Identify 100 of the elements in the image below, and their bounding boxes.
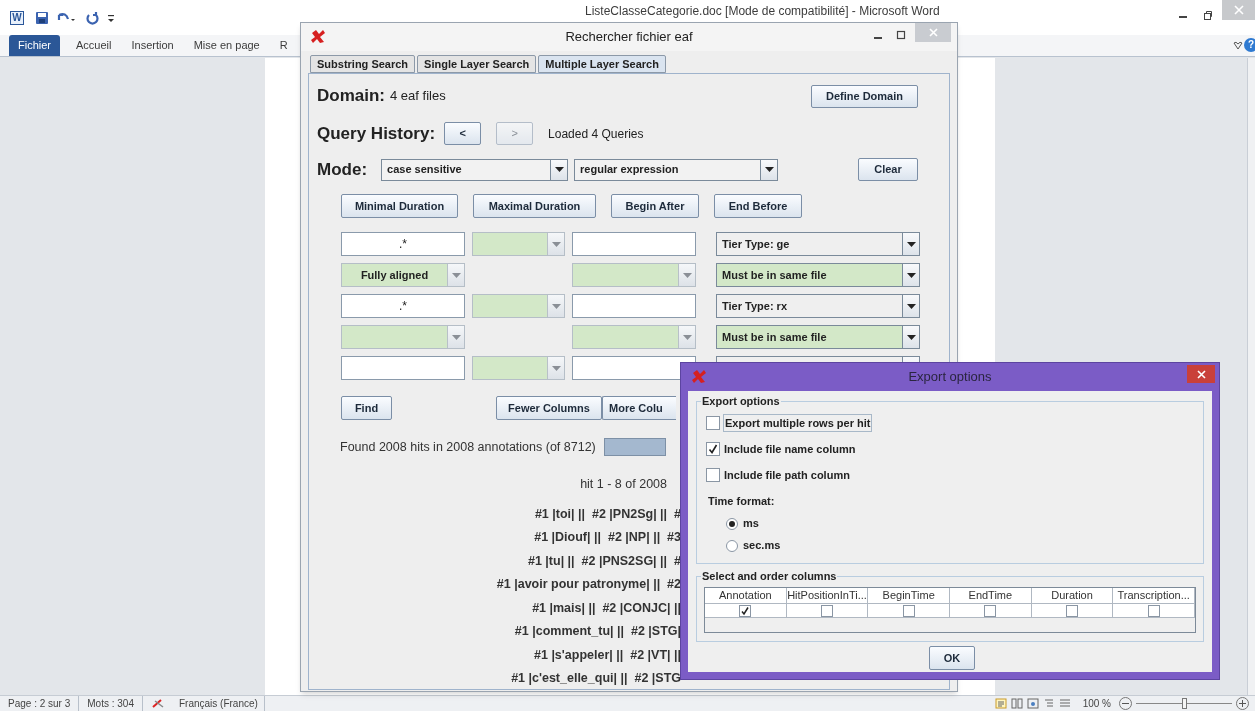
- checkbox[interactable]: [739, 604, 752, 617]
- option-dropdown[interactable]: [472, 294, 565, 318]
- checkbox[interactable]: [706, 416, 720, 430]
- constraint-dropdown[interactable]: Must be in same file: [716, 263, 920, 287]
- pattern-field[interactable]: [341, 356, 465, 380]
- save-icon: [35, 11, 49, 25]
- option-dropdown[interactable]: [572, 263, 696, 287]
- history-status: Loaded 4 Queries: [548, 125, 644, 143]
- result-line: #1 |avoir pour patronyme| || #2: [496, 576, 681, 594]
- mode-dropdown[interactable]: regular expression: [574, 158, 779, 181]
- history-button[interactable]: <: [444, 122, 482, 145]
- result-line: #1 |Diouf| || #2 |NP| || #3: [534, 529, 681, 547]
- pattern-field[interactable]: [572, 294, 696, 318]
- close-icon: [928, 28, 938, 37]
- more-columns-button[interactable]: More Colu: [602, 396, 676, 420]
- checkbox-label[interactable]: Include file name column: [723, 440, 857, 458]
- search-tab[interactable]: Single Layer Search: [417, 55, 537, 73]
- option-dropdown[interactable]: Fully aligned: [341, 263, 465, 287]
- dropdown-arrow-icon: [764, 167, 774, 172]
- define-domain-button[interactable]: Define Domain: [811, 84, 918, 108]
- page-count: Page : 2 sur 3: [0, 696, 80, 711]
- help-icon[interactable]: ?: [1244, 38, 1255, 52]
- tier-dropdown[interactable]: Tier Type: rx: [716, 294, 920, 318]
- checkbox-label[interactable]: Include file path column: [723, 466, 851, 484]
- constraint-dropdown[interactable]: Must be in same file: [716, 325, 920, 349]
- ribbon-tab[interactable]: Accueil: [66, 35, 122, 56]
- find-button[interactable]: Find: [341, 396, 392, 420]
- option-dropdown[interactable]: [572, 325, 696, 349]
- ok-button[interactable]: OK: [929, 646, 975, 670]
- clear-button[interactable]: Clear: [858, 158, 918, 181]
- mode-dropdown[interactable]: case sensitive: [381, 158, 569, 181]
- zoom-slider[interactable]: [1136, 698, 1232, 709]
- checkbox[interactable]: [1066, 604, 1078, 617]
- duration-button[interactable]: End Before: [714, 194, 802, 218]
- pattern-field[interactable]: .*: [341, 232, 465, 256]
- search-tab[interactable]: Substring Search: [310, 55, 416, 73]
- proofing-icon: [150, 698, 165, 709]
- collapse-icon: [1233, 41, 1243, 50]
- plus-icon: [1239, 700, 1246, 707]
- mode-label: Mode:: [317, 158, 368, 181]
- radio-label[interactable]: ms: [743, 515, 759, 532]
- minus-icon: [1122, 700, 1129, 707]
- dropdown-arrow-icon: [906, 241, 916, 247]
- checkbox[interactable]: [706, 468, 720, 482]
- field-value: .*: [399, 236, 407, 253]
- scrollbar[interactable]: [1247, 58, 1255, 695]
- ribbon-tab[interactable]: R: [269, 35, 298, 56]
- web-layout-icon: [1026, 698, 1039, 709]
- duration-button[interactable]: Minimal Duration: [341, 194, 458, 218]
- checkbox[interactable]: [706, 442, 720, 456]
- dropdown-arrow-icon: [906, 272, 916, 278]
- customize-icon: [107, 12, 115, 24]
- pattern-field[interactable]: [572, 356, 696, 380]
- dropdown-value: regular expression: [579, 162, 680, 178]
- pattern-field[interactable]: .*: [341, 294, 465, 318]
- dropdown-value: Must be in same file: [721, 267, 828, 283]
- duration-button[interactable]: Begin After: [611, 194, 699, 218]
- ribbon-tab[interactable]: Fichier: [9, 35, 60, 56]
- results-summary: Found 2008 hits in 2008 annotations (of 8712): [340, 438, 596, 456]
- dropdown-value: Must be in same file: [721, 329, 828, 345]
- close-icon: [1196, 369, 1206, 379]
- option-dropdown[interactable]: [341, 325, 465, 349]
- window-title: ListeClasseCategorie.doc [Mode de compatibilité] - Microsoft Word: [585, 4, 940, 19]
- zoom-in-button[interactable]: [1236, 697, 1249, 710]
- checkbox[interactable]: [1147, 604, 1160, 617]
- checkbox-label[interactable]: Export multiple rows per hit: [723, 413, 873, 433]
- dropdown-arrow-icon: [554, 167, 564, 172]
- app-logo-icon: [310, 29, 326, 45]
- dropdown-arrow-icon: [682, 272, 692, 278]
- slider-thumb[interactable]: [1181, 698, 1187, 709]
- reading-layout-icon: [1010, 698, 1023, 709]
- checkbox[interactable]: [902, 604, 915, 617]
- result-line: #1 |c'est_elle_qui| || #2 |STG: [511, 670, 681, 688]
- dialog-title: Rechercher fichier eaf: [565, 28, 693, 47]
- word-icon: W: [10, 11, 24, 25]
- word-count: Mots : 304: [79, 696, 143, 711]
- ribbon-tab[interactable]: Mise en page: [183, 35, 270, 56]
- result-line: #1 |mais| || #2 |CONJC| ||: [532, 599, 681, 617]
- dropdown-arrow-icon: [682, 334, 692, 340]
- tier-dropdown[interactable]: Tier Type: ge: [716, 232, 920, 256]
- dropdown-value: Tier Type: ge: [721, 236, 791, 252]
- radio-button[interactable]: [726, 539, 738, 552]
- radio-label[interactable]: sec.ms: [743, 537, 781, 554]
- option-dropdown[interactable]: [472, 232, 565, 256]
- search-tab[interactable]: Multiple Layer Search: [538, 55, 666, 73]
- minimize-icon: [874, 37, 882, 39]
- result-line: #1 |tu| || #2 |PNS2SG| || #: [527, 552, 681, 570]
- fewer-columns-button[interactable]: Fewer Columns: [496, 396, 602, 420]
- pattern-field[interactable]: [572, 232, 696, 256]
- checkbox[interactable]: [984, 604, 997, 617]
- dropdown-value: case sensitive: [386, 162, 463, 178]
- duration-button[interactable]: Maximal Duration: [473, 194, 596, 218]
- radio-button[interactable]: [726, 517, 738, 530]
- domain-value: 4 eaf files: [390, 87, 446, 106]
- maximize-icon: [896, 30, 906, 40]
- option-dropdown[interactable]: [472, 356, 565, 380]
- ribbon-tab[interactable]: Insertion: [121, 35, 184, 56]
- dropdown-arrow-icon: [906, 303, 916, 309]
- close-button[interactable]: [1187, 365, 1215, 383]
- checkbox[interactable]: [821, 604, 833, 617]
